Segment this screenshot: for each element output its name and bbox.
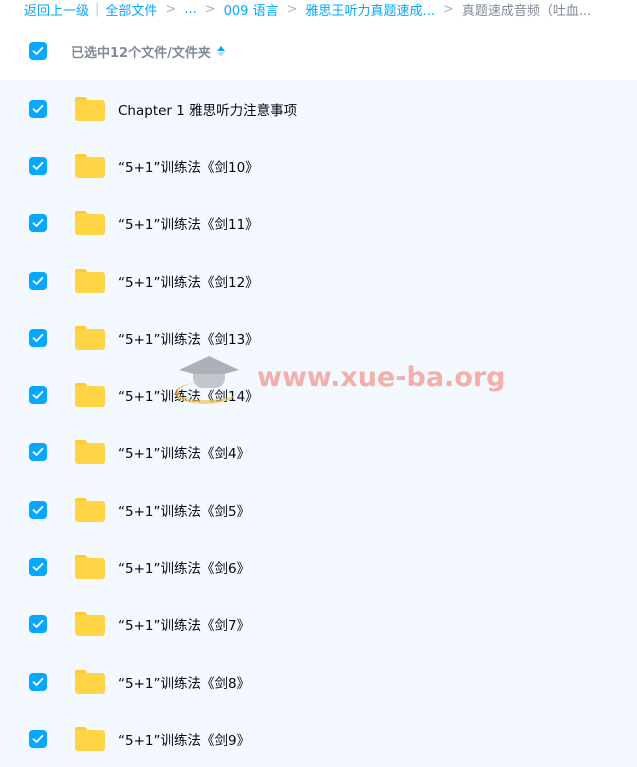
folder-name[interactable]: “5+1”训练法《剑11》 — [118, 213, 259, 233]
folder-icon — [75, 153, 105, 178]
folder-icon — [75, 383, 105, 408]
checkmark-icon — [32, 562, 44, 571]
breadcrumb-back-link[interactable]: 返回上一级 — [24, 0, 89, 19]
folder-row[interactable]: “5+1”训练法《剑7》 — [0, 596, 637, 653]
row-checkbox[interactable] — [29, 214, 47, 233]
folder-row[interactable]: “5+1”训练法《剑9》 — [0, 710, 637, 767]
row-checkbox[interactable] — [29, 156, 47, 175]
folder-row[interactable]: “5+1”训练法《剑11》 — [0, 195, 637, 252]
folder-icon — [75, 555, 105, 580]
folder-row[interactable]: “5+1”训练法《剑8》 — [0, 653, 637, 710]
folder-name[interactable]: “5+1”训练法《剑9》 — [118, 729, 250, 749]
row-checkbox[interactable] — [29, 672, 47, 691]
checkmark-icon — [32, 677, 44, 686]
folder-name[interactable]: “5+1”训练法《剑4》 — [118, 442, 250, 462]
folder-row[interactable]: “5+1”训练法《剑5》 — [0, 481, 637, 538]
row-checkbox[interactable] — [29, 500, 47, 519]
folder-name[interactable]: “5+1”训练法《剑7》 — [118, 614, 250, 634]
folder-name[interactable]: “5+1”训练法《剑6》 — [118, 557, 250, 577]
folder-icon — [75, 211, 105, 236]
row-checkbox[interactable] — [29, 443, 47, 462]
sort-icon[interactable] — [216, 45, 225, 57]
folder-row[interactable]: Chapter 1 雅思听力注意事项 — [0, 80, 637, 137]
chevron-right-icon: > — [286, 1, 298, 17]
folder-name[interactable]: Chapter 1 雅思听力注意事项 — [118, 99, 297, 119]
breadcrumb: 返回上一级 | 全部文件 > ... > 009 语言 > 雅思王听力真题速成.… — [24, 0, 634, 19]
checkmark-icon — [32, 448, 44, 457]
breadcrumb-item-ielts-listening[interactable]: 雅思王听力真题速成... — [306, 0, 435, 19]
checkmark-icon — [32, 734, 44, 743]
folder-row[interactable]: “5+1”训练法《剑4》 — [0, 424, 637, 481]
folder-row[interactable]: “5+1”训练法《剑10》 — [0, 137, 637, 194]
checkmark-icon — [32, 46, 44, 55]
breadcrumb-current: 真题速成音频（吐血... — [461, 3, 592, 19]
row-checkbox[interactable] — [29, 615, 47, 634]
chevron-right-icon: > — [442, 1, 454, 17]
checkmark-icon — [32, 391, 44, 400]
folder-row[interactable]: “5+1”训练法《剑6》 — [0, 538, 637, 595]
row-checkbox[interactable] — [29, 328, 47, 347]
breadcrumb-all-files-link[interactable]: 全部文件 — [105, 0, 157, 19]
checkmark-icon — [32, 219, 44, 228]
folder-icon — [75, 669, 105, 694]
row-checkbox[interactable] — [29, 99, 47, 118]
checkmark-icon — [32, 161, 44, 170]
folder-row[interactable]: “5+1”训练法《剑14》 — [0, 366, 637, 423]
folder-name[interactable]: “5+1”训练法《剑8》 — [118, 672, 250, 692]
checkmark-icon — [32, 505, 44, 514]
checkmark-icon — [32, 333, 44, 342]
select-all-checkbox[interactable] — [29, 42, 47, 60]
checkmark-icon — [32, 104, 44, 113]
folder-icon — [75, 497, 105, 522]
breadcrumb-item-language[interactable]: 009 语言 — [224, 0, 279, 19]
checkmark-icon — [32, 276, 44, 285]
selection-count-text: 已选中12个文件/文件夹 — [71, 45, 211, 61]
folder-icon — [75, 96, 105, 121]
folder-name[interactable]: “5+1”训练法《剑10》 — [118, 156, 259, 176]
folder-icon — [75, 268, 105, 293]
folder-icon — [75, 440, 105, 465]
chevron-right-icon: > — [204, 1, 216, 17]
chevron-right-icon: > — [165, 1, 177, 17]
folder-name[interactable]: “5+1”训练法《剑5》 — [118, 500, 250, 520]
file-list: Chapter 1 雅思听力注意事项 “5+1”训练法《剑10》 “5+1”训练法《… — [0, 80, 637, 767]
breadcrumb-ellipsis[interactable]: ... — [184, 2, 196, 17]
row-checkbox[interactable] — [29, 271, 47, 290]
row-checkbox[interactable] — [29, 729, 47, 748]
folder-name[interactable]: “5+1”训练法《剑14》 — [118, 385, 259, 405]
folder-icon — [75, 612, 105, 637]
folder-icon — [75, 726, 105, 751]
folder-name[interactable]: “5+1”训练法《剑13》 — [118, 328, 259, 348]
folder-row[interactable]: “5+1”训练法《剑12》 — [0, 252, 637, 309]
folder-row[interactable]: “5+1”训练法《剑13》 — [0, 309, 637, 366]
checkmark-icon — [32, 620, 44, 629]
folder-name[interactable]: “5+1”训练法《剑12》 — [118, 271, 259, 291]
breadcrumb-divider: | — [95, 1, 100, 17]
row-checkbox[interactable] — [29, 558, 47, 577]
list-header: 已选中12个文件/文件夹 — [0, 30, 637, 72]
folder-icon — [75, 325, 105, 350]
row-checkbox[interactable] — [29, 386, 47, 405]
